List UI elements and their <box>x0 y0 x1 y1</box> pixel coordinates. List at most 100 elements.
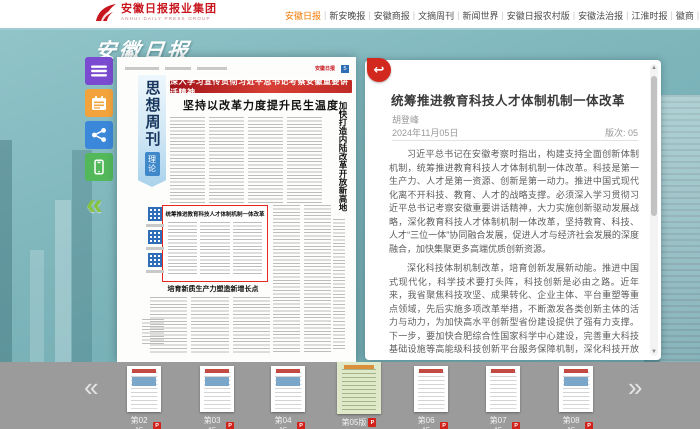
scroll-down-icon[interactable]: ▼ <box>650 348 658 356</box>
nav-separator: | <box>671 10 673 20</box>
nav-separator: | <box>324 10 326 20</box>
nav-item-anhui-daily[interactable]: 安徽日报 <box>285 9 321 22</box>
page-thumb-image[interactable] <box>486 366 520 412</box>
qr-code-icon <box>148 253 162 267</box>
page-thumbnail-bar: « 第02版P 第03版P 第04版P 第05版P 第06版P 第07版P 第0… <box>0 362 700 429</box>
mini-text-bar <box>125 67 159 70</box>
article-text-columns <box>170 117 322 203</box>
nav-item-rural-edition[interactable]: 安徽日报农村版 <box>507 9 570 22</box>
nav-separator: | <box>697 10 699 20</box>
prev-page-arrow[interactable]: « <box>86 190 103 220</box>
theme-banner-headline[interactable]: 深入学习宣传贯彻习近平总书记考察安徽重要讲话精神 <box>170 80 352 93</box>
page-thumb-image[interactable] <box>271 366 305 412</box>
article-panel: ↩ 统筹推进教育科技人才体制机制一体改革 胡登峰 2024年11月05日 版次:… <box>365 60 661 360</box>
lead-headline[interactable]: 坚持以改革力度提升民生温度 <box>170 97 352 113</box>
qr-caption-bar <box>146 247 164 250</box>
qr-code-icon <box>148 230 162 244</box>
vertical-headline[interactable]: 加快打造内陆改革开放新高地 <box>330 101 347 213</box>
article-title: 统筹推进教育科技人才体制机制一体改革 <box>391 90 639 109</box>
scrollbar-thumb[interactable] <box>651 76 657 216</box>
pdf-icon[interactable]: P <box>226 422 234 429</box>
meta-divider <box>392 140 638 141</box>
page-thumb-label: 第05版 <box>342 417 367 428</box>
mini-text-bar <box>165 67 191 70</box>
page-thumb-image[interactable] <box>200 366 234 412</box>
page-thumb-04[interactable]: 第04版P <box>271 366 305 429</box>
secondary-headline[interactable]: 培育新质生产力塑造新增长点 <box>157 284 269 294</box>
back-to-page-button[interactable]: ↩ <box>367 58 391 82</box>
pdf-icon[interactable]: P <box>512 422 520 429</box>
logo-title: 安徽日报报业集团 <box>121 4 217 15</box>
logo-subtitle: ANHUI DAILY PRESS GROUP <box>121 17 217 22</box>
nav-separator: | <box>368 10 370 20</box>
page-thumb-image[interactable] <box>414 366 448 412</box>
calendar-icon[interactable] <box>85 89 113 117</box>
nav-separator: | <box>457 10 459 20</box>
highlighted-article-headline: 统筹推进教育科技人才体制机制一体改革 <box>163 210 267 218</box>
thumbnails-next-icon[interactable]: » <box>628 374 642 400</box>
article-text-columns <box>273 205 331 353</box>
back-icon: ↩ <box>374 62 385 78</box>
nav-separator: | <box>573 10 575 20</box>
page-thumb-label: 第07版 <box>486 415 510 429</box>
article-paragraph: 习近平总书记在安徽考察时指出，构建支持全面创新体制机制，统筹推进教育科技人才体制… <box>389 148 639 256</box>
highlighted-article-columns <box>168 222 262 276</box>
page-thumb-08[interactable]: 第08版P <box>559 366 593 429</box>
page-thumb-03[interactable]: 第03版P <box>200 366 234 429</box>
article-author: 胡登峰 <box>392 113 419 126</box>
left-column-footer-text <box>142 319 164 345</box>
section-title: 思想周刊 <box>142 80 163 148</box>
qr-code-icon <box>148 207 162 221</box>
pdf-icon[interactable]: P <box>440 422 448 429</box>
press-group-emblem-icon <box>95 3 117 23</box>
press-group-logo[interactable]: 安徽日报报业集团 ANHUI DAILY PRESS GROUP <box>95 3 217 23</box>
article-body: 习近平总书记在安徽考察时指出，构建支持全面创新体制机制，统筹推进教育科技人才体制… <box>389 148 639 356</box>
page-thumb-05-active[interactable]: 第05版P <box>336 362 382 428</box>
article-meta-row: 2024年11月05日 版次: 05 <box>392 126 638 139</box>
nav-item-jianghuai-times[interactable]: 江淮时报 <box>632 9 668 22</box>
page-thumb-image[interactable] <box>127 366 161 412</box>
pdf-icon[interactable]: P <box>297 422 305 429</box>
section-banner: 思想周刊 理论 <box>138 75 166 187</box>
nav-item-wenzhai-weekly[interactable]: 文摘周刊 <box>418 9 454 22</box>
page-thumb-07[interactable]: 第07版P <box>486 366 520 429</box>
nav-item-news-world[interactable]: 新闻世界 <box>462 9 498 22</box>
building-silhouette <box>72 150 92 362</box>
paper-nav: 安徽日报| 新安晚报| 安徽商报| 文摘周刊| 新闻世界| 安徽日报农村版| 安… <box>285 0 700 30</box>
nav-item-anhui-business[interactable]: 安徽商报 <box>374 9 410 22</box>
qr-caption-bar <box>146 224 164 227</box>
article-text-columns <box>150 297 270 355</box>
building-silhouette <box>55 200 71 362</box>
page-number-badge: 5 <box>341 65 349 73</box>
qr-code-stack <box>144 207 166 273</box>
page-thumb-label: 第04版 <box>271 415 295 429</box>
article-scrollbar[interactable]: ▲ ▼ <box>650 64 658 356</box>
paper-mini-masthead-row: 安徽日报 5 <box>125 64 349 73</box>
page-thumb-image[interactable] <box>559 366 593 412</box>
article-date: 2024年11月05日 <box>392 126 458 139</box>
phone-icon[interactable] <box>85 153 113 181</box>
page-thumb-label: 第08版 <box>559 415 583 429</box>
section-tag: 理论 <box>145 152 160 176</box>
nav-item-huishang[interactable]: 徽商 <box>676 9 694 22</box>
page-thumb-label: 第02版 <box>127 415 151 429</box>
pdf-icon[interactable]: P <box>153 422 161 429</box>
share-icon[interactable] <box>85 121 113 149</box>
article-paragraph: 深化科技体制机制改革，培育创新发展新动能。推进中国式现代化，科学技术要打头阵，科… <box>389 262 639 356</box>
page-thumb-label: 第03版 <box>200 415 224 429</box>
pdf-icon[interactable]: P <box>585 422 593 429</box>
thumbnails-prev-icon[interactable]: « <box>84 374 98 400</box>
scroll-up-icon[interactable]: ▲ <box>650 64 658 72</box>
pdf-icon[interactable]: P <box>368 418 376 427</box>
menu-icon[interactable] <box>85 57 113 85</box>
newspaper-page: 安徽日报 5 思想周刊 理论 深入学习宣传贯彻习近平总书记考察安徽重要讲话精神 … <box>117 57 356 362</box>
building-silhouette <box>0 140 12 362</box>
nav-item-xinan-evening[interactable]: 新安晚报 <box>329 9 365 22</box>
nav-item-fazhi-daily[interactable]: 安徽法治报 <box>578 9 623 22</box>
newspaper-viewer-page: 安徽日报报业集团 ANHUI DAILY PRESS GROUP 安徽日报| 新… <box>0 0 700 429</box>
page-thumb-06[interactable]: 第06版P <box>414 366 448 429</box>
highlighted-article[interactable]: 统筹推进教育科技人才体制机制一体改革 <box>162 205 268 282</box>
building-silhouette <box>30 250 44 362</box>
page-thumb-02[interactable]: 第02版P <box>127 366 161 429</box>
page-thumb-image[interactable] <box>337 362 381 414</box>
